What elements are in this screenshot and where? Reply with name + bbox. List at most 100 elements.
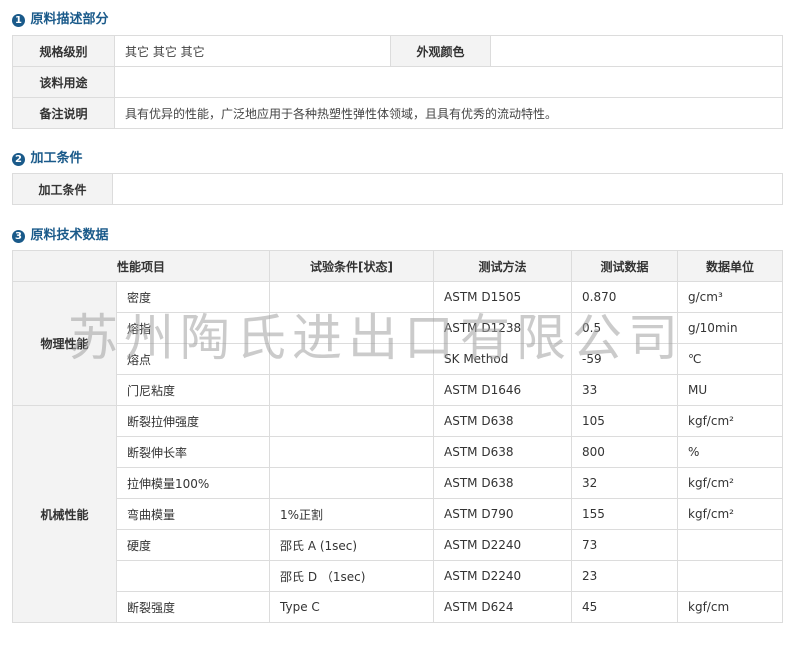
data-cell: 0.870: [571, 281, 679, 313]
table-row: 断裂伸长率 ASTM D638 800 %: [13, 436, 784, 468]
table-row: 该料用途: [12, 66, 783, 98]
header-data: 测试数据: [571, 250, 679, 282]
table-row: 弯曲模量 1%正割 ASTM D790 155 kgf/cm²: [13, 498, 784, 530]
color-label: 外观颜色: [390, 35, 491, 67]
section-title-description: 1 原料描述部分: [12, 12, 109, 28]
description-table: 规格级别 其它 其它 其它 外观颜色 该料用途 备注说明 具有优异的性能，广泛地…: [12, 35, 783, 129]
method-cell: ASTM D624: [433, 591, 573, 623]
data-cell: 0.5: [571, 312, 679, 344]
table-row: 熔点 SK Method -59 ℃: [13, 343, 784, 375]
header-condition: 试验条件[状态]: [269, 250, 435, 282]
item-cell: 熔点: [115, 343, 271, 375]
table-header-row: 性能项目 试验条件[状态] 测试方法 测试数据 数据单位: [11, 250, 784, 282]
item-cell: 门尼粘度: [115, 374, 271, 406]
unit-cell: kgf/cm²: [677, 405, 784, 437]
unit-cell: kgf/cm: [677, 591, 784, 623]
method-cell: ASTM D1505: [433, 281, 573, 313]
data-cell: 32: [571, 467, 679, 499]
item-cell: 密度: [115, 281, 271, 313]
method-cell: ASTM D638: [433, 436, 573, 468]
condition-cell: [269, 467, 435, 499]
data-cell: 155: [571, 498, 679, 530]
processing-value: [112, 173, 783, 205]
unit-cell: [677, 560, 784, 592]
unit-cell: g/cm³: [677, 281, 784, 313]
method-cell: ASTM D2240: [433, 560, 573, 592]
color-value: [490, 35, 783, 67]
section-title-technical-data: 3 原料技术数据: [12, 228, 109, 244]
method-cell: ASTM D790: [433, 498, 573, 530]
section-title-text: 原料技术数据: [30, 228, 109, 243]
section-number-badge: 2: [12, 153, 25, 166]
table-row: 拉伸模量100% ASTM D638 32 kgf/cm²: [13, 467, 784, 499]
method-cell: ASTM D638: [433, 405, 573, 437]
data-cell: 800: [571, 436, 679, 468]
unit-cell: [677, 529, 784, 561]
spec-value: 其它 其它 其它: [114, 35, 391, 67]
section-title-text: 原料描述部分: [30, 12, 109, 27]
method-cell: SK Method: [433, 343, 573, 375]
processing-table: 加工条件: [12, 173, 783, 205]
unit-cell: g/10min: [677, 312, 784, 344]
method-cell: ASTM D2240: [433, 529, 573, 561]
spec-label: 规格级别: [12, 35, 115, 67]
table-row: 规格级别 其它 其它 其它 外观颜色: [12, 35, 783, 67]
header-item: 性能项目: [11, 250, 271, 282]
table-row: 加工条件: [12, 173, 783, 205]
note-value: 具有优异的性能，广泛地应用于各种热塑性弹性体领域，且具有优秀的流动特性。: [114, 97, 783, 129]
item-cell: 熔指: [115, 312, 271, 344]
technical-data-table: 性能项目 试验条件[状态] 测试方法 测试数据 数据单位 物理性能 密度 AST…: [11, 250, 784, 623]
condition-cell: [269, 374, 435, 406]
header-method: 测试方法: [433, 250, 573, 282]
item-cell: 断裂强度: [115, 591, 271, 623]
condition-cell: [269, 281, 435, 313]
data-cell: 73: [571, 529, 679, 561]
unit-cell: MU: [677, 374, 784, 406]
section-number-badge: 1: [12, 14, 25, 27]
item-cell: 断裂伸长率: [115, 436, 271, 468]
unit-cell: %: [677, 436, 784, 468]
table-row: 邵氏 D （1sec) ASTM D2240 23: [13, 560, 784, 592]
item-cell: 弯曲模量: [115, 498, 271, 530]
data-cell: 105: [571, 405, 679, 437]
table-row: 熔指 ASTM D1238 0.5 g/10min: [13, 312, 784, 344]
data-cell: 45: [571, 591, 679, 623]
data-cell: -59: [571, 343, 679, 375]
condition-cell: [269, 405, 435, 437]
table-row: 断裂强度 Type C ASTM D624 45 kgf/cm: [13, 591, 784, 623]
header-unit: 数据单位: [677, 250, 784, 282]
processing-label: 加工条件: [12, 173, 113, 205]
use-label: 该料用途: [12, 66, 115, 98]
note-label: 备注说明: [12, 97, 115, 129]
item-cell: 硬度: [115, 529, 271, 561]
item-cell: 拉伸模量100%: [115, 467, 271, 499]
condition-cell: [269, 436, 435, 468]
item-cell: [115, 560, 271, 592]
condition-cell: [269, 343, 435, 375]
item-cell: 断裂拉伸强度: [115, 405, 271, 437]
table-row: 硬度 邵氏 A (1sec) ASTM D2240 73: [13, 529, 784, 561]
table-row: 备注说明 具有优异的性能，广泛地应用于各种热塑性弹性体领域，且具有优秀的流动特性…: [12, 97, 783, 129]
unit-cell: kgf/cm²: [677, 498, 784, 530]
data-cell: 23: [571, 560, 679, 592]
section-title-processing: 2 加工条件: [12, 151, 83, 167]
group-mechanical: 机械性能: [12, 405, 117, 623]
condition-cell: Type C: [269, 591, 435, 623]
condition-cell: 邵氏 A (1sec): [269, 529, 435, 561]
table-row: 机械性能 断裂拉伸强度 ASTM D638 105 kgf/cm²: [12, 405, 784, 623]
table-row: 门尼粘度 ASTM D1646 33 MU: [13, 374, 784, 406]
unit-cell: ℃: [677, 343, 784, 375]
data-cell: 33: [571, 374, 679, 406]
use-value: [114, 66, 783, 98]
method-cell: ASTM D1238: [433, 312, 573, 344]
group-physical: 物理性能: [12, 281, 117, 406]
method-cell: ASTM D638: [433, 467, 573, 499]
condition-cell: [269, 312, 435, 344]
section-number-badge: 3: [12, 230, 25, 243]
section-title-text: 加工条件: [30, 151, 83, 166]
method-cell: ASTM D1646: [433, 374, 573, 406]
condition-cell: 1%正割: [269, 498, 435, 530]
condition-cell: 邵氏 D （1sec): [269, 560, 435, 592]
unit-cell: kgf/cm²: [677, 467, 784, 499]
table-row: 物理性能 密度 ASTM D1505 0.870 g/cm³: [12, 281, 784, 406]
